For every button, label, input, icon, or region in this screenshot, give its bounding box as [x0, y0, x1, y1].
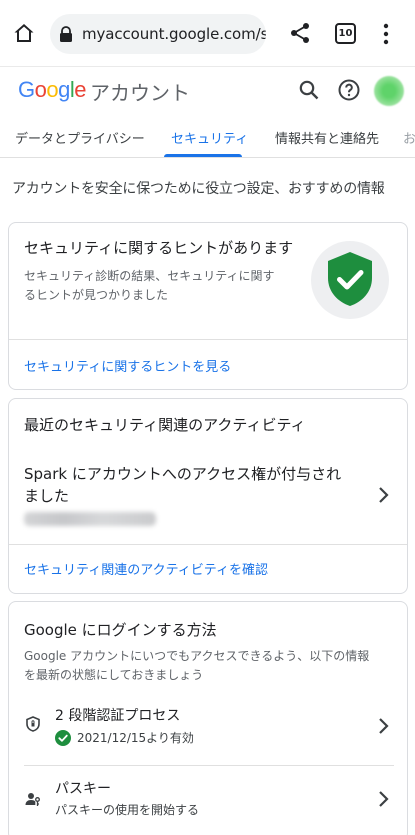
card-title: 最近のセキュリティ関連のアクティビティ	[24, 416, 306, 434]
shield-check-icon	[328, 252, 372, 306]
passkey-sub: パスキーの使用を開始する	[55, 803, 200, 817]
home-icon[interactable]	[12, 21, 36, 45]
divider	[9, 339, 407, 340]
recent-activity-card: 最近のセキュリティ関連のアクティビティ Spark にアカウントへのアクセス権が…	[8, 398, 408, 594]
card-desc-line2: るヒントが見つかりました	[24, 288, 169, 302]
activity-item-line1: Spark にアカウントへのアクセス権が付与され	[24, 465, 342, 483]
divider	[24, 765, 394, 766]
security-tips-card: セキュリティに関するヒントがあります セキュリティ診断の結果、セキュリティに関す…	[8, 222, 408, 390]
active-tab-indicator	[164, 154, 242, 157]
logo-letter: G	[18, 77, 35, 102]
logo-letter: e	[74, 77, 87, 102]
check-circle-icon	[55, 730, 71, 746]
shield-icon	[26, 716, 40, 732]
page-intro: アカウントを安全に保つために役立つ設定、おすすめの情報	[12, 181, 385, 197]
card-desc-line1: Google アカウントにいつでもアクセスできるよう、以下の情報	[24, 649, 370, 663]
two-step-label: 2 段階認証プロセス	[55, 708, 181, 724]
card-title: セキュリティに関するヒントがあります	[24, 239, 294, 257]
passkey-row[interactable]: パスキー パスキーの使用を開始する	[9, 770, 407, 830]
divider	[9, 544, 407, 545]
section-tabs: データとプライバシー セキュリティ 情報共有と連絡先 お	[0, 112, 415, 158]
two-step-status: 2021/12/15より有効	[77, 731, 194, 745]
redacted-timestamp	[24, 512, 156, 526]
share-icon[interactable]	[289, 22, 311, 44]
chevron-right-icon	[379, 718, 389, 734]
logo-letter: o	[46, 77, 59, 102]
logo-letter: g	[58, 77, 70, 102]
tab-switcher-button[interactable]: 10	[335, 23, 356, 44]
avatar[interactable]	[374, 76, 404, 106]
activity-item-line2: ました	[24, 487, 70, 505]
tab-security[interactable]: セキュリティ	[171, 128, 248, 147]
logo-letter: o	[34, 77, 47, 102]
signin-methods-card: Google にログインする方法 Google アカウントにいつでもアクセスでき…	[8, 601, 408, 835]
card-title: Google にログインする方法	[24, 621, 217, 639]
url-text[interactable]: myaccount.google.com/sec	[82, 25, 266, 43]
review-security-activity-link[interactable]: セキュリティ関連のアクティビティを確認	[24, 559, 268, 578]
passkey-icon	[25, 793, 40, 806]
address-bar[interactable]: myaccount.google.com/sec	[50, 14, 266, 54]
passkey-label: パスキー	[55, 781, 111, 797]
tab-more[interactable]: お	[403, 128, 415, 147]
account-title: アカウント	[90, 81, 190, 105]
tab-sharing-contacts[interactable]: 情報共有と連絡先	[275, 128, 379, 147]
google-logo[interactable]: Google	[18, 77, 87, 103]
tab-data-privacy[interactable]: データとプライバシー	[15, 128, 145, 147]
card-desc-line2: を最新の状態にしておきましょう	[24, 668, 204, 682]
help-icon[interactable]	[337, 78, 361, 102]
lock-icon[interactable]	[59, 26, 73, 42]
two-step-verification-row[interactable]: 2 段階認証プロセス 2021/12/15より有効	[9, 698, 407, 758]
search-icon[interactable]	[298, 79, 320, 101]
shield-badge	[311, 241, 389, 319]
card-desc-line1: セキュリティ診断の結果、セキュリティに関す	[24, 269, 275, 283]
browser-toolbar: myaccount.google.com/sec 10	[0, 0, 415, 66]
app-header: Google アカウント	[0, 66, 415, 112]
more-vert-icon[interactable]	[380, 22, 392, 46]
chevron-right-icon	[379, 487, 389, 503]
view-security-tips-link[interactable]: セキュリティに関するヒントを見る	[24, 356, 231, 375]
chevron-right-icon	[379, 791, 389, 807]
